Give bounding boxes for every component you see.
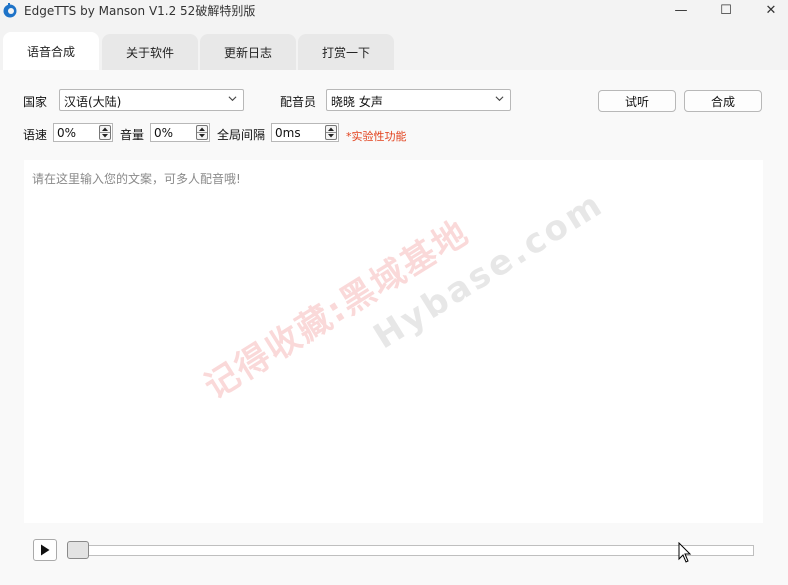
tab-about[interactable]: 关于软件 [102, 34, 198, 70]
textarea-placeholder: 请在这里输入您的文案，可多人配音哦! [32, 172, 241, 186]
playback-slider-thumb[interactable] [67, 541, 89, 559]
play-icon [41, 544, 50, 556]
tab-changelog[interactable]: 更新日志 [200, 34, 296, 70]
gap-label: 全局间隔 [217, 128, 266, 142]
tab-donate[interactable]: 打赏一下 [298, 34, 394, 70]
tab-speech-synthesis[interactable]: 语音合成 [3, 32, 99, 70]
preview-button[interactable]: 试听 [598, 90, 676, 112]
tab-bar: 语音合成 关于软件 更新日志 打赏一下 [0, 32, 788, 70]
close-button[interactable]: ✕ [748, 0, 788, 20]
maximize-button[interactable]: ☐ [703, 0, 749, 20]
gap-spinner[interactable]: 0ms [271, 123, 339, 142]
synthesize-button[interactable]: 合成 [684, 90, 762, 112]
speed-label: 语速 [23, 128, 48, 142]
spinner-arrows-icon[interactable] [325, 125, 337, 140]
title-bar: EdgeTTS by Manson V1.2 52破解特别版 — ☐ ✕ [0, 0, 788, 26]
script-textarea[interactable]: 请在这里输入您的文案，可多人配音哦! [24, 160, 763, 523]
voice-select-value: 晓晓 女声 [331, 95, 383, 109]
volume-value: 0% [154, 126, 174, 140]
chevron-down-icon [228, 96, 237, 102]
experimental-note: *实验性功能 [346, 130, 407, 143]
speed-value: 0% [57, 126, 77, 140]
window-title: EdgeTTS by Manson V1.2 52破解特别版 [24, 4, 256, 18]
voice-label: 配音员 [280, 95, 317, 109]
gap-value: 0ms [275, 126, 301, 140]
spinner-arrows-icon[interactable] [99, 125, 111, 140]
mouse-cursor-icon [678, 542, 692, 563]
chevron-down-icon [495, 96, 504, 102]
voice-select[interactable]: 晓晓 女声 [326, 89, 511, 111]
app-logo-icon [3, 3, 17, 18]
speed-spinner[interactable]: 0% [53, 123, 113, 142]
volume-label: 音量 [120, 128, 145, 142]
country-label: 国家 [23, 95, 48, 109]
minimize-button[interactable]: — [658, 0, 704, 20]
playback-slider-track[interactable] [68, 545, 754, 556]
volume-spinner[interactable]: 0% [150, 123, 210, 142]
main-panel: 国家 汉语(大陆) 配音员 晓晓 女声 试听 合成 语速 0% 音量 0% 全局… [0, 70, 788, 585]
play-button[interactable] [33, 539, 57, 561]
country-select-value: 汉语(大陆) [64, 95, 122, 109]
country-select[interactable]: 汉语(大陆) [59, 89, 244, 111]
spinner-arrows-icon[interactable] [196, 125, 208, 140]
